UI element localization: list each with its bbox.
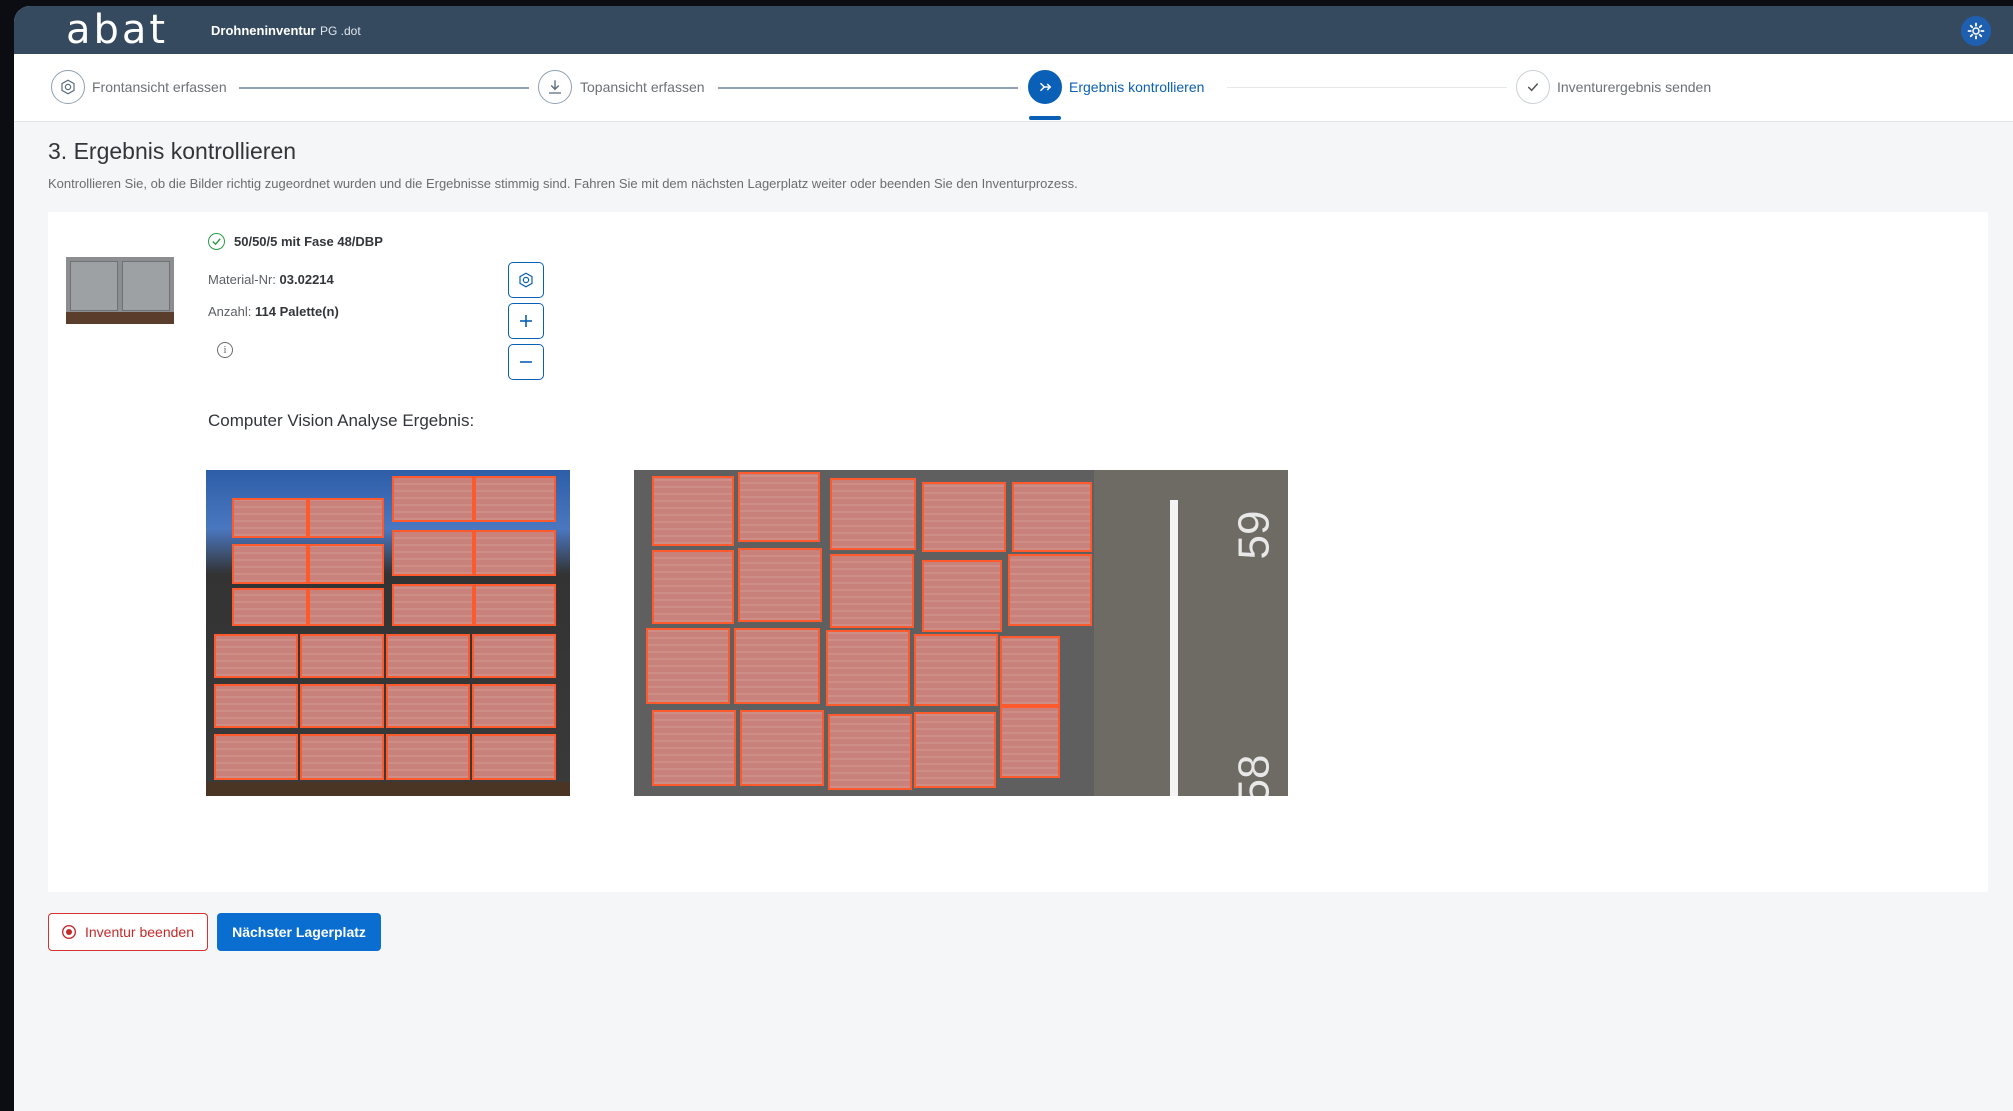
forward-icon bbox=[1039, 82, 1052, 92]
active-step-indicator bbox=[1029, 116, 1061, 120]
settings-button[interactable] bbox=[1961, 16, 1991, 46]
ground-marking-58: 58 bbox=[1229, 754, 1279, 796]
count-label: Anzahl: bbox=[208, 304, 252, 319]
material-label: Material-Nr: bbox=[208, 272, 276, 287]
abat-logo: abat bbox=[66, 7, 169, 53]
wizard-step-3-label: Ergebnis kontrollieren bbox=[1069, 79, 1205, 95]
decrease-count-button[interactable] bbox=[508, 344, 544, 380]
end-inventory-label: Inventur beenden bbox=[85, 924, 194, 940]
product-name: 50/50/5 mit Fase 48/DBP bbox=[234, 234, 383, 249]
material-number: Material-Nr: 03.02214 bbox=[208, 272, 334, 287]
wizard-step-1[interactable] bbox=[51, 70, 85, 104]
minus-icon bbox=[520, 361, 532, 363]
wizard-connector bbox=[718, 87, 1018, 89]
camera-icon bbox=[61, 79, 75, 95]
cv-analysis-title: Computer Vision Analyse Ergebnis: bbox=[208, 411, 475, 430]
wizard-progress: Frontansicht erfassen Topansicht erfasse… bbox=[14, 54, 2013, 122]
next-location-button[interactable]: Nächster Lagerplatz bbox=[217, 913, 381, 951]
front-view-detection-image bbox=[206, 470, 570, 796]
wizard-step-2[interactable] bbox=[538, 70, 572, 104]
stop-icon bbox=[62, 925, 76, 939]
material-value: 03.02214 bbox=[279, 272, 334, 287]
wizard-step-1-label: Frontansicht erfassen bbox=[92, 79, 227, 95]
wizard-step-4[interactable] bbox=[1516, 70, 1550, 104]
app-window: abat Drohneninventur PG .dot Frontansich… bbox=[14, 6, 2013, 1111]
result-panel: 50/50/5 mit Fase 48/DBP Material-Nr: 03.… bbox=[48, 212, 1988, 892]
top-view-detection-image: 59 58 bbox=[634, 470, 1288, 796]
product-thumbnail bbox=[66, 257, 174, 324]
success-check-icon bbox=[208, 233, 225, 250]
shell-bar: abat Drohneninventur PG .dot bbox=[14, 6, 2013, 54]
end-inventory-button[interactable]: Inventur beenden bbox=[48, 913, 208, 951]
wizard-step-2-label: Topansicht erfassen bbox=[580, 79, 705, 95]
recapture-button[interactable] bbox=[508, 262, 544, 298]
camera-icon bbox=[519, 272, 533, 288]
wizard-connector bbox=[239, 87, 529, 89]
app-title: Drohneninventur bbox=[211, 23, 316, 38]
wizard-connector bbox=[1227, 87, 1507, 88]
checkmark-icon bbox=[1527, 83, 1539, 92]
page-title: 3. Ergebnis kontrollieren bbox=[48, 138, 297, 164]
increase-count-button[interactable] bbox=[508, 303, 544, 339]
wizard-step-3[interactable] bbox=[1028, 70, 1062, 104]
count-value: 114 Palette(n) bbox=[255, 304, 339, 319]
app-subtitle: PG .dot bbox=[320, 24, 361, 38]
ground-marking-59: 59 bbox=[1229, 510, 1279, 560]
download-icon bbox=[549, 80, 561, 94]
page-description: Kontrollieren Sie, ob die Bilder richtig… bbox=[48, 176, 1078, 191]
settings-gear-icon bbox=[1967, 22, 1985, 40]
plus-icon bbox=[520, 315, 532, 327]
wizard-step-4-label: Inventurergebnis senden bbox=[1557, 79, 1712, 95]
info-icon[interactable]: i bbox=[217, 342, 233, 358]
pallet-count: Anzahl: 114 Palette(n) bbox=[208, 304, 339, 319]
